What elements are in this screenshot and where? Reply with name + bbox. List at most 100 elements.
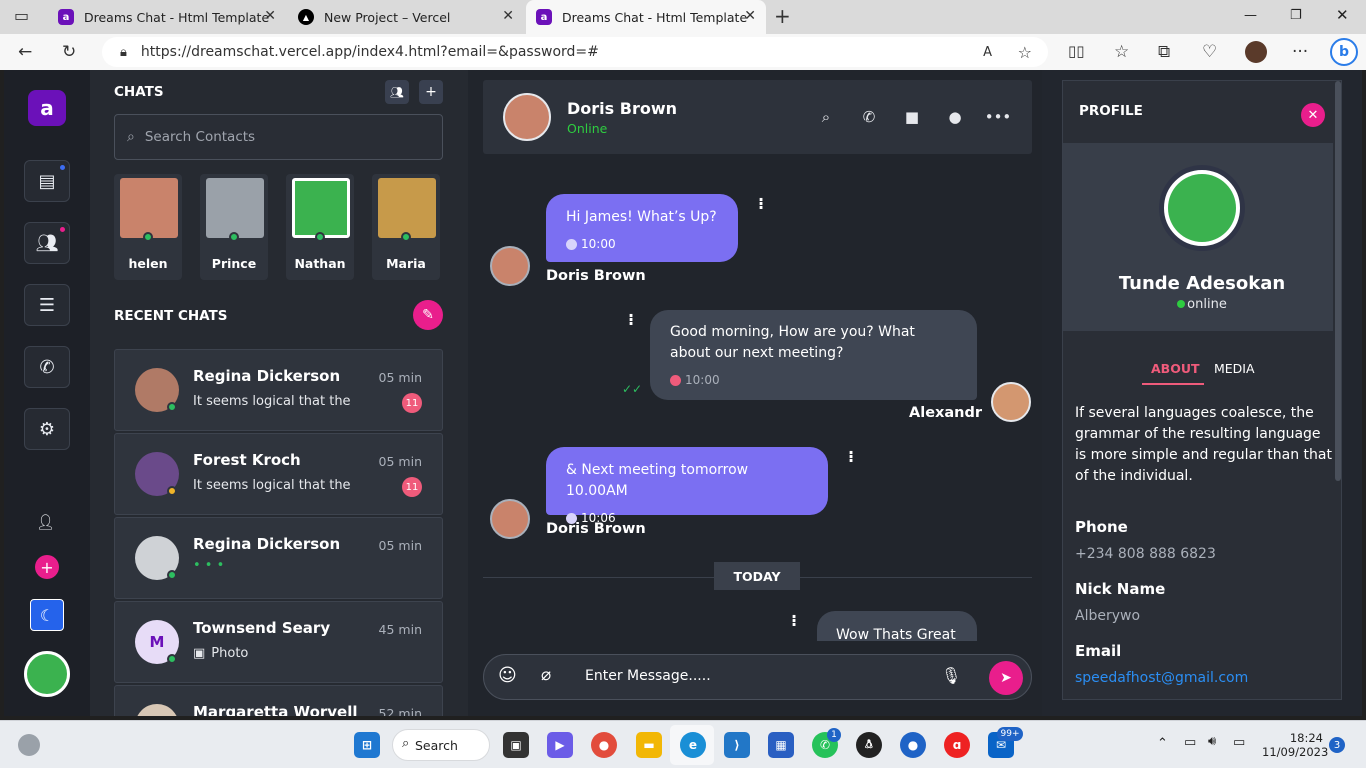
browser-tab-2[interactable]: ▲ New Project – Vercel ✕	[288, 0, 524, 34]
edge-icon[interactable]: e	[680, 732, 706, 758]
edit-icon: ✎	[422, 307, 434, 323]
chat-list-item[interactable]: Regina Dickerson It seems logical that t…	[114, 349, 443, 431]
message-menu-icon[interactable]: · · ·	[757, 192, 765, 216]
search-contacts-input[interactable]: ⌕ Search Contacts	[114, 114, 443, 160]
bing-copilot-icon[interactable]: b	[1330, 38, 1358, 66]
send-button[interactable]: ➤	[989, 661, 1023, 695]
my-avatar[interactable]	[24, 651, 70, 697]
teams-meet-icon[interactable]: ▶	[547, 732, 573, 758]
browser-essentials-icon[interactable]: ♡	[1202, 42, 1217, 62]
profile-panel: PROFILE ✕ Tunde Adesokan online ABOUT ME…	[1062, 80, 1342, 700]
search-icon[interactable]: ⌕	[817, 108, 835, 126]
chat-time: 45 min	[378, 622, 422, 637]
email-link[interactable]: speedafhost@gmail.com	[1075, 670, 1248, 686]
taskbar-search[interactable]: ⌕ Search	[392, 729, 490, 761]
volume-icon[interactable]: 🔊︎	[1208, 734, 1216, 749]
split-screen-icon[interactable]: ▯▯	[1068, 42, 1085, 60]
microphone-icon[interactable]: 🎙︎	[941, 666, 961, 685]
browser-tab-3-active[interactable]: a Dreams Chat - Html Template ✕	[526, 0, 766, 34]
profile-scrollbar[interactable]	[1335, 81, 1341, 481]
new-tab-icon[interactable]: +	[774, 4, 791, 28]
add-user-icon[interactable]: 👤︎	[36, 513, 55, 531]
favorite-star-icon[interactable]: ☆	[1018, 43, 1032, 62]
story-card[interactable]: Nathan	[286, 174, 354, 280]
dark-mode-toggle[interactable]: ☾	[30, 599, 64, 631]
favorites-icon[interactable]: ☆	[1114, 42, 1129, 62]
minimize-icon[interactable]: —	[1244, 8, 1257, 23]
back-icon[interactable]: ←	[18, 42, 32, 62]
store-icon[interactable]: ▦	[768, 732, 794, 758]
story-card[interactable]: Prince	[200, 174, 268, 280]
file-explorer-icon[interactable]: ▬	[636, 732, 662, 758]
close-tab-icon[interactable]: ✕	[264, 8, 276, 24]
tab-about[interactable]: ABOUT	[1151, 361, 1200, 376]
chats-nav-button[interactable]: ▤	[24, 160, 70, 202]
attachment-icon[interactable]: ⌀	[541, 665, 551, 685]
message-composer[interactable]: ☺ ⌀ Enter Message..... 🎙︎ ➤	[483, 654, 1032, 700]
message-input[interactable]: Enter Message.....	[585, 668, 711, 684]
message-menu-icon[interactable]: · · ·	[847, 445, 855, 469]
tray-chevron-up-icon[interactable]: ⌃	[1157, 736, 1168, 751]
maximize-icon[interactable]: ❐	[1290, 8, 1302, 23]
phone-icon[interactable]: ✆	[860, 108, 878, 126]
outgoing-message: Good morning, How are you? What about ou…	[650, 310, 977, 400]
maps-pin-icon[interactable]: ●	[900, 732, 926, 758]
more-menu-icon[interactable]: ···	[1292, 42, 1308, 62]
new-chat-button[interactable]: +	[419, 80, 443, 104]
list-icon: ☰	[38, 294, 56, 316]
groups-nav-button[interactable]: 👥︎	[24, 222, 70, 264]
status-nav-button[interactable]: ☰	[24, 284, 70, 326]
weather-icon[interactable]	[18, 734, 40, 756]
linux-penguin-icon[interactable]: 🐧︎	[856, 732, 882, 758]
message-menu-icon[interactable]: · · ·	[790, 609, 798, 633]
window-close-icon[interactable]: ✕	[1336, 6, 1349, 24]
settings-nav-button[interactable]: ⚙	[24, 408, 70, 450]
recent-chats-title: RECENT CHATS	[114, 308, 228, 324]
taskbar-clock[interactable]: 18:24 11/09/2023	[1262, 731, 1328, 759]
compose-button[interactable]: ✎	[413, 300, 443, 330]
chat-list-item[interactable]: M Townsend Seary ▣ Photo 45 min	[114, 601, 443, 683]
add-button[interactable]: +	[35, 555, 59, 579]
contact-status: Online	[567, 121, 608, 136]
tab-media[interactable]: MEDIA	[1214, 361, 1255, 376]
close-tab-icon[interactable]: ✕	[502, 8, 514, 24]
browser-tab-1[interactable]: a Dreams Chat - Html Template ✕	[48, 0, 286, 34]
task-view-icon[interactable]: ▣	[503, 732, 529, 758]
user-profile-icon[interactable]: ●	[946, 108, 964, 126]
emoji-icon[interactable]: ☺	[498, 665, 517, 686]
send-icon: ➤	[1000, 670, 1012, 686]
url-field[interactable]: 🔒︎ https://dreamschat.vercel.app/index4.…	[102, 37, 1048, 67]
vscode-icon[interactable]: ⟩	[724, 732, 750, 758]
chat-name: Forest Kroch	[193, 451, 301, 469]
browser-profile-avatar[interactable]	[1245, 41, 1267, 63]
chat-list-item[interactable]: Forest Kroch It seems logical that the 0…	[114, 433, 443, 515]
story-name: Prince	[211, 256, 257, 271]
start-icon[interactable]: ⊞	[354, 732, 380, 758]
chrome-icon[interactable]: ●	[591, 732, 617, 758]
story-card[interactable]: helen	[114, 174, 182, 280]
battery-icon[interactable]: ▭	[1233, 735, 1245, 750]
app-logo[interactable]: a	[28, 90, 66, 126]
read-aloud-icon[interactable]: A	[983, 45, 992, 60]
network-icon[interactable]: ▭	[1184, 735, 1196, 750]
chat-list-item[interactable]: Margaretta Worvell 52 min	[114, 685, 443, 716]
tab-actions-icon[interactable]: ▭	[14, 6, 29, 25]
calls-nav-button[interactable]: ✆	[24, 346, 70, 388]
notification-badge[interactable]: 3	[1329, 737, 1345, 753]
chat-list-item[interactable]: Regina Dickerson • • • 05 min	[114, 517, 443, 599]
refresh-icon[interactable]: ↻	[62, 42, 76, 62]
airtel-icon[interactable]: ɑ	[944, 732, 970, 758]
story-name: helen	[128, 256, 168, 271]
chats-title: CHATS	[114, 84, 164, 100]
video-call-icon[interactable]: ■	[903, 108, 921, 126]
dreamschat-favicon-icon: a	[58, 9, 74, 25]
message-menu-icon[interactable]: · · ·	[627, 308, 635, 332]
contact-avatar[interactable]	[503, 93, 551, 141]
contacts-button[interactable]: 👥︎	[385, 80, 409, 104]
more-options-icon[interactable]: •••	[985, 108, 1012, 126]
close-profile-button[interactable]: ✕	[1301, 103, 1325, 127]
sender-avatar	[490, 499, 530, 539]
collections-icon[interactable]: ⧉	[1158, 42, 1170, 62]
close-tab-icon[interactable]: ✕	[744, 8, 756, 24]
story-card[interactable]: Maria	[372, 174, 440, 280]
